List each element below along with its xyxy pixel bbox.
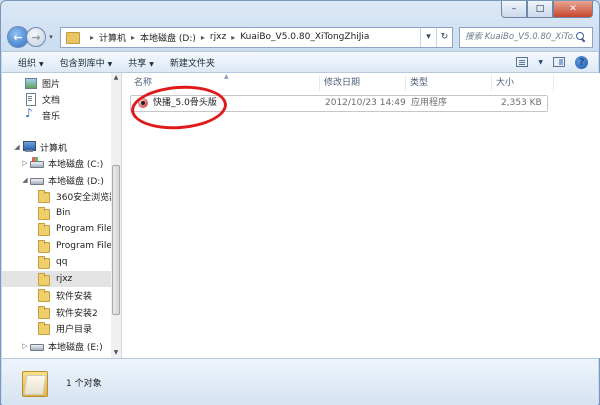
- change-view-icon[interactable]: [516, 57, 529, 67]
- close-button[interactable]: ✕: [553, 1, 593, 18]
- tree-item-documents[interactable]: 文档: [24, 91, 60, 107]
- collapse-arrow-icon[interactable]: ◢: [20, 176, 30, 184]
- expand-arrow-icon[interactable]: ▷: [20, 159, 30, 167]
- tree-item-folder[interactable]: 软件安装2: [38, 304, 98, 320]
- command-bar: 组织 ▼ 包含到库中 ▼ 共享 ▼ 新建文件夹 ▼ ?: [2, 51, 598, 73]
- breadcrumb-separator[interactable]: ▸: [131, 33, 135, 42]
- collapse-arrow-icon[interactable]: ◢: [12, 143, 22, 151]
- drive-icon: [30, 174, 44, 186]
- address-controls: ▾ ↻: [420, 27, 452, 47]
- share-menu[interactable]: 共享 ▼: [128, 56, 154, 69]
- scroll-up-icon[interactable]: ▲: [111, 73, 121, 83]
- chevron-down-icon: ▼: [149, 60, 154, 68]
- tree-item-computer[interactable]: ◢ 计算机: [12, 139, 67, 155]
- include-in-library-menu[interactable]: 包含到库中 ▼: [60, 56, 113, 69]
- breadcrumb-kuaibo[interactable]: KuaiBo_V5.0.80_XiTongZhiJia: [240, 32, 369, 42]
- forward-arrow-icon: →: [31, 30, 41, 44]
- chevron-down-icon: ▼: [107, 60, 113, 68]
- breadcrumb-computer[interactable]: 计算机: [99, 31, 126, 44]
- tree-item-pictures[interactable]: 图片: [24, 75, 60, 91]
- tree-item-folder[interactable]: Program Files: [38, 238, 117, 254]
- scrollbar-thumb[interactable]: [112, 165, 120, 315]
- explorer-window: – □ ✕ ← → ▾ ▸ 计算机 ▸ 本地磁盘 (D:) ▸ rjxz ▸ K…: [0, 0, 600, 405]
- navigation-bar: ← → ▾ ▸ 计算机 ▸ 本地磁盘 (D:) ▸ rjxz ▸ KuaiBo_…: [7, 25, 593, 49]
- preview-pane-icon[interactable]: [553, 57, 565, 67]
- tree-item-drive-c[interactable]: ▷ 本地磁盘 (C:): [20, 155, 103, 171]
- tree-item-rjxz-selected[interactable]: rjxz: [2, 271, 111, 287]
- tree-item-folder[interactable]: 360安全浏览器: [38, 188, 118, 204]
- tree-item-folder[interactable]: 软件安装: [38, 287, 92, 303]
- tree-item-folder[interactable]: Program Files: [38, 221, 117, 237]
- folder-large-icon: [22, 367, 52, 397]
- column-header-type[interactable]: 类型: [406, 75, 492, 91]
- breadcrumb-separator[interactable]: ▸: [90, 33, 94, 42]
- folder-icon: [38, 240, 52, 253]
- navigation-scrollbar[interactable]: ▲ ▼: [111, 73, 121, 358]
- back-arrow-icon: ←: [13, 30, 23, 44]
- file-type: 应用程序: [411, 98, 448, 108]
- column-header-modified[interactable]: 修改日期: [320, 75, 406, 91]
- caption-buttons: – □ ✕: [501, 1, 593, 18]
- expand-arrow-icon[interactable]: ▷: [20, 342, 30, 350]
- address-dropdown-button[interactable]: ▾: [420, 27, 436, 47]
- tree-item-folder[interactable]: 用户目录: [38, 320, 92, 336]
- folder-icon: [38, 190, 52, 203]
- tree-item-drive-d[interactable]: ◢ 本地磁盘 (D:): [20, 172, 104, 188]
- scroll-down-icon[interactable]: ▼: [111, 348, 121, 358]
- help-icon[interactable]: ?: [575, 55, 588, 69]
- search-icon[interactable]: [575, 31, 587, 43]
- folder-icon: [38, 306, 52, 319]
- breadcrumb-separator[interactable]: ▸: [231, 33, 235, 42]
- tree-item-folder[interactable]: qq: [38, 254, 67, 270]
- minimize-button[interactable]: –: [501, 1, 527, 18]
- column-headers: ▲ 名称 修改日期 类型 大小: [122, 73, 600, 91]
- file-size: 2,353 KB: [501, 98, 542, 108]
- breadcrumb-drive-d[interactable]: 本地磁盘 (D:): [140, 31, 196, 44]
- item-count: 1 个对象: [66, 378, 102, 389]
- view-controls: ▼ ?: [516, 55, 598, 69]
- documents-icon: [24, 93, 38, 106]
- navigation-pane: 图片 文档 音乐 ◢ 计算机 ▷ 本地磁盘 (C:) ◢ 本地磁盘 (D:) 3…: [2, 73, 121, 358]
- folder-icon: [38, 273, 52, 286]
- column-header-size[interactable]: 大小: [492, 75, 554, 91]
- drive-icon: [30, 157, 44, 169]
- drive-icon: [30, 340, 44, 352]
- address-bar[interactable]: ▸ 计算机 ▸ 本地磁盘 (D:) ▸ rjxz ▸ KuaiBo_V5.0.8…: [60, 26, 453, 48]
- file-row[interactable]: 快播_5.0骨头版 2012/10/23 14:49 应用程序 2,353 KB: [130, 95, 548, 112]
- file-name: 快播_5.0骨头版: [153, 98, 217, 108]
- search-input[interactable]: [465, 32, 575, 42]
- file-modified: 2012/10/23 14:49: [325, 98, 406, 108]
- new-folder-button[interactable]: 新建文件夹: [170, 56, 215, 69]
- folder-icon: [38, 256, 52, 269]
- tree-item-music[interactable]: 音乐: [24, 106, 60, 123]
- view-dropdown-icon[interactable]: ▼: [538, 59, 543, 66]
- breadcrumb-separator[interactable]: ▸: [201, 33, 205, 42]
- app-icon: [137, 97, 150, 110]
- maximize-button[interactable]: □: [527, 1, 553, 18]
- forward-button[interactable]: →: [26, 27, 46, 47]
- folder-icon: [38, 289, 52, 302]
- recent-pages-dropdown[interactable]: ▾: [46, 33, 56, 41]
- tree-item-folder[interactable]: Bin: [38, 205, 70, 221]
- folder-icon: [38, 322, 52, 335]
- folder-icon: [38, 223, 52, 236]
- address-folder-icon: [65, 31, 81, 44]
- refresh-button[interactable]: ↻: [436, 27, 452, 47]
- chevron-down-icon: ▼: [39, 60, 44, 68]
- column-header-name[interactable]: 名称: [130, 75, 320, 91]
- music-icon: [24, 106, 38, 121]
- computer-icon: [22, 141, 36, 153]
- organize-menu[interactable]: 组织 ▼: [18, 56, 44, 69]
- folder-icon: [38, 207, 52, 220]
- pictures-icon: [24, 77, 38, 89]
- breadcrumb-rjxz[interactable]: rjxz: [210, 32, 226, 42]
- file-list: ▲ 名称 修改日期 类型 大小 快播_5.0骨头版 2012/10/23 14:…: [122, 73, 600, 358]
- search-box[interactable]: [459, 26, 593, 48]
- details-pane: 1 个对象: [2, 358, 598, 405]
- tree-item-drive-e[interactable]: ▷ 本地磁盘 (E:): [20, 338, 102, 354]
